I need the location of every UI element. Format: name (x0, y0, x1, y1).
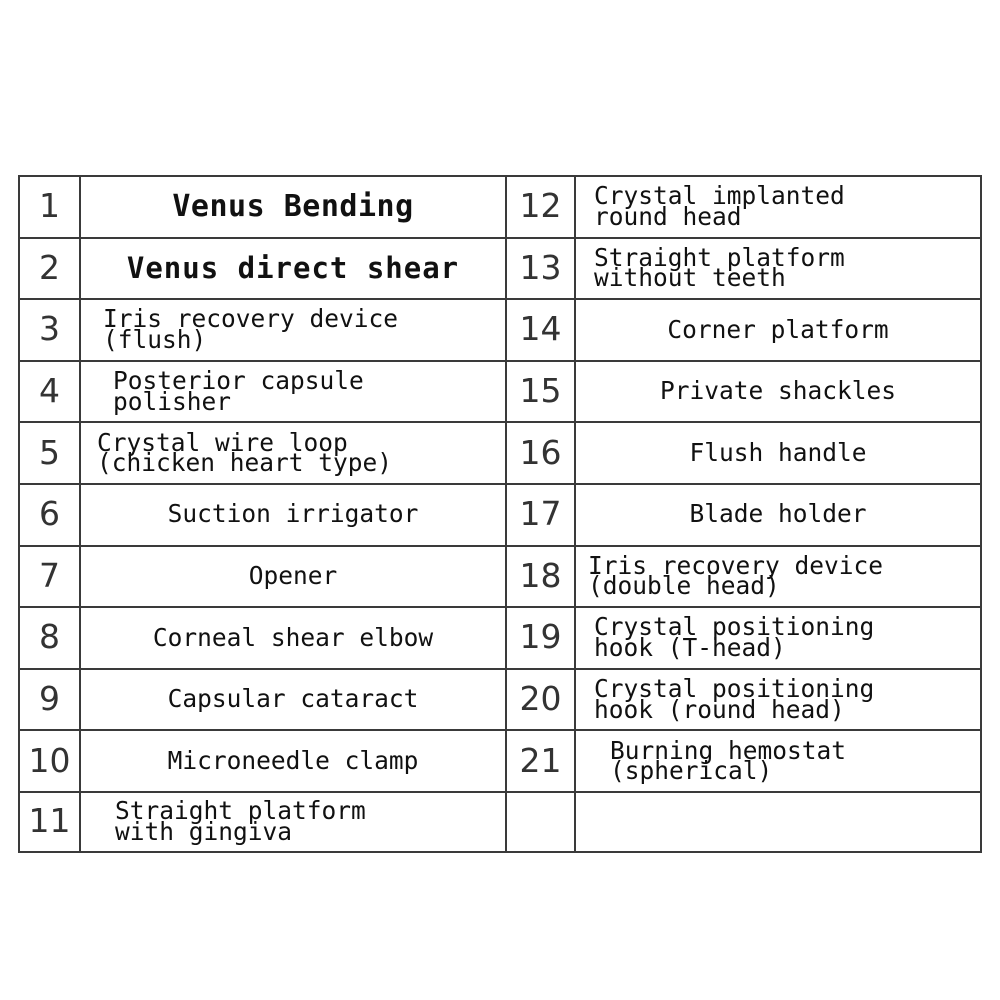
row-label: Straight platform with gingiva (115, 796, 366, 846)
row-label: Microneedle clamp (167, 745, 419, 775)
row-label-cell: Corner platform (576, 300, 980, 360)
row-label-cell: Straight platform with gingiva (81, 793, 505, 851)
row-label-cell: Corneal shear elbow (81, 608, 505, 668)
table-row: 7 Opener (18, 544, 505, 607)
row-number (507, 792, 576, 851)
table-row: 11 Straight platform with gingiva (18, 790, 505, 853)
table-row: 14 Corner platform (505, 298, 982, 360)
table-row: 16 Flush handle (505, 421, 982, 483)
row-label: Flush handle (689, 437, 867, 467)
row-label-cell: Crystal implanted round head (576, 177, 980, 237)
row-number: 16 (507, 423, 576, 483)
row-label: Straight platform without teeth (594, 242, 845, 293)
table-row: 4 Posterior capsule polisher (18, 359, 505, 422)
page-canvas: 1 Venus Bending 2 Venus direct shear 3 I… (0, 0, 1000, 1000)
row-label-cell: Private shackles (576, 362, 980, 422)
row-label: Corneal shear elbow (152, 622, 434, 652)
row-label: Burning hemostat (spherical) (610, 735, 847, 786)
table-row: 10 Microneedle clamp (18, 729, 505, 791)
row-number: 7 (20, 546, 81, 607)
table-row: 3 Iris recovery device (flush) (18, 298, 505, 360)
row-label-cell: Crystal positioning hook (T-head) (576, 608, 980, 668)
row-label: Opener (248, 561, 338, 591)
table-row: 18 Iris recovery device (double head) (505, 544, 982, 607)
table-row: 5 Crystal wire loop (chicken heart type) (18, 421, 505, 483)
table-row: 17 Blade holder (505, 482, 982, 545)
row-label-cell: Iris recovery device (double head) (576, 547, 980, 607)
row-label-cell: Burning hemostat (spherical) (576, 731, 980, 791)
row-label-cell: Venus direct shear (81, 239, 505, 299)
row-number: 1 (20, 177, 81, 237)
table-row: 9 Capsular cataract (18, 667, 505, 730)
row-number: 10 (20, 731, 81, 791)
row-number: 18 (507, 546, 576, 607)
row-number: 11 (20, 792, 81, 851)
table-row: 12 Crystal implanted round head (505, 175, 982, 237)
row-label: Venus direct shear (126, 251, 460, 286)
row-label: Crystal wire loop (chicken heart type) (97, 427, 393, 478)
row-number: 8 (20, 608, 81, 668)
row-label-cell: Microneedle clamp (81, 731, 505, 791)
row-label-cell: Blade holder (576, 485, 980, 545)
row-number: 6 (20, 484, 81, 545)
row-label-cell: Straight platform without teeth (576, 239, 980, 299)
row-number: 4 (20, 361, 81, 422)
row-label-cell: Crystal wire loop (chicken heart type) (81, 423, 505, 483)
row-label: Blade holder (689, 499, 867, 529)
row-label-cell: Iris recovery device (flush) (81, 300, 505, 360)
row-number: 20 (507, 669, 576, 730)
parts-list-table: 1 Venus Bending 2 Venus direct shear 3 I… (18, 175, 982, 853)
row-number: 5 (20, 423, 81, 483)
row-label: Crystal positioning hook (T-head) (594, 612, 875, 662)
row-number: 14 (507, 300, 576, 360)
row-number: 9 (20, 669, 81, 730)
table-row: 19 Crystal positioning hook (T-head) (505, 606, 982, 668)
table-row-empty (505, 790, 982, 853)
row-number: 17 (507, 484, 576, 545)
row-label: Suction irrigator (167, 499, 419, 529)
row-label: Iris recovery device (double head) (588, 550, 884, 601)
table-row: 1 Venus Bending (18, 175, 505, 237)
row-label-cell: Posterior capsule polisher (81, 362, 505, 422)
row-label-cell: Opener (81, 547, 505, 607)
row-label: Venus Bending (172, 189, 414, 225)
table-row: 6 Suction irrigator (18, 482, 505, 545)
table-row: 20 Crystal positioning hook (round head) (505, 667, 982, 730)
table-row: 15 Private shackles (505, 359, 982, 422)
row-label: Iris recovery device (flush) (103, 304, 399, 354)
row-label: Corner platform (667, 314, 889, 344)
row-label: Posterior capsule polisher (113, 366, 364, 416)
row-label-cell: Capsular cataract (81, 670, 505, 730)
row-label-cell (576, 793, 980, 851)
table-row: 13 Straight platform without teeth (505, 236, 982, 299)
row-label: Capsular cataract (167, 684, 419, 714)
row-label (580, 821, 976, 822)
row-number: 15 (507, 361, 576, 422)
table-row: 21 Burning hemostat (spherical) (505, 729, 982, 791)
row-label: Crystal implanted round head (594, 181, 845, 231)
row-number: 3 (20, 300, 81, 360)
table-column-left: 1 Venus Bending 2 Venus direct shear 3 I… (18, 175, 505, 853)
table-row: 2 Venus direct shear (18, 236, 505, 299)
row-label-cell: Flush handle (576, 423, 980, 483)
row-number: 19 (507, 608, 576, 668)
row-label-cell: Suction irrigator (81, 485, 505, 545)
row-label: Private shackles (659, 376, 896, 406)
row-label-cell: Venus Bending (81, 177, 505, 237)
table-row: 8 Corneal shear elbow (18, 606, 505, 668)
table-column-right: 12 Crystal implanted round head 13 Strai… (505, 175, 982, 853)
row-number: 12 (507, 177, 576, 237)
row-number: 21 (507, 731, 576, 791)
row-number: 2 (20, 238, 81, 299)
row-label-cell: Crystal positioning hook (round head) (576, 670, 980, 730)
row-number: 13 (507, 238, 576, 299)
row-label: Crystal positioning hook (round head) (594, 673, 875, 724)
